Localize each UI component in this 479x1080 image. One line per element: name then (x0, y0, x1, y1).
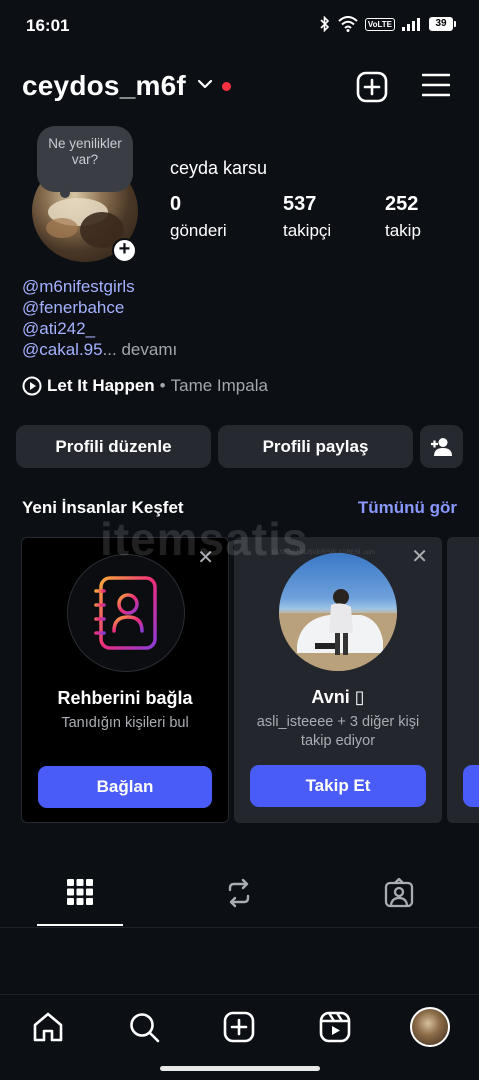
card-title: Rehberini bağla (57, 688, 193, 708)
stat-label: gönderi (170, 221, 227, 240)
profile-music[interactable]: Let It Happen • Tame Impala (22, 376, 268, 396)
add-person-icon (430, 438, 452, 456)
home-icon[interactable] (32, 1011, 64, 1043)
signal-icon (402, 18, 420, 31)
profile-header: ceydos_m6f (0, 62, 479, 112)
discover-people-button[interactable] (420, 425, 463, 468)
stat-label: takip (385, 221, 421, 240)
contacts-book-icon (94, 576, 157, 650)
battery-icon: 39 (429, 17, 456, 31)
profile-content-tabs (0, 870, 479, 928)
stat-label: takipçi (283, 221, 332, 240)
bio-mention-link[interactable]: @ati242_ (22, 318, 177, 339)
music-song: Let It Happen (47, 376, 155, 395)
notification-dot (222, 82, 231, 91)
note-bubble[interactable]: Ne yenilikler var? (37, 126, 133, 192)
status-bar: 16:01 VoLTE 39 (0, 0, 479, 50)
grid-icon[interactable] (66, 878, 94, 906)
bio-more-link[interactable]: ... devamı (103, 340, 178, 359)
card-subtitle: asli_isteeee + 3 diğer kişi takip ediyor (256, 714, 420, 749)
follow-button-partial[interactable] (463, 765, 479, 807)
suggested-user-card-partial[interactable] (447, 537, 479, 823)
wifi-icon (338, 16, 358, 32)
full-name: ceyda karsu (170, 158, 268, 178)
search-icon[interactable] (128, 1011, 160, 1043)
stat-value: 0 (170, 193, 182, 215)
stat-followers[interactable]: 537 takipçi (283, 193, 331, 241)
status-time: 16:01 (26, 16, 70, 35)
menu-icon[interactable] (422, 72, 450, 98)
music-separator: • (159, 376, 166, 395)
bio: @m6nifestgirls @fenerbahce @ati242_ @cak… (22, 276, 177, 360)
tagged-icon[interactable] (384, 878, 414, 908)
username[interactable]: ceydos_m6f (22, 70, 186, 102)
stat-following[interactable]: 252 takip (385, 193, 421, 241)
close-icon[interactable]: ✕ (411, 547, 428, 567)
bluetooth-icon (320, 16, 329, 32)
connect-contacts-card: ✕ Rehberini bağla Tanıdığın kişileri bul… (21, 537, 229, 823)
connect-button[interactable]: Bağlan (38, 766, 212, 808)
play-circle-icon (22, 376, 42, 396)
card-title: Avni ▯ (311, 687, 365, 707)
edit-profile-button[interactable]: Profili düzenle (16, 425, 211, 468)
create-post-icon[interactable] (223, 1011, 255, 1043)
bio-mention-link[interactable]: @fenerbahce (22, 297, 177, 318)
profile-nav-avatar[interactable] (410, 1007, 450, 1047)
share-profile-button[interactable]: Profili paylaş (218, 425, 413, 468)
watermark: itemsatis (100, 513, 309, 565)
add-story-button[interactable]: + (112, 238, 137, 263)
see-all-link[interactable]: Tümünü gör (358, 498, 457, 518)
chevron-down-icon[interactable] (197, 76, 213, 92)
reposts-icon[interactable] (225, 878, 253, 908)
music-artist: Tame Impala (170, 376, 268, 395)
bio-mention-link[interactable]: @m6nifestgirls (22, 276, 177, 297)
stat-posts[interactable]: 0 gönderi (170, 193, 227, 241)
create-icon[interactable] (356, 71, 388, 103)
volte-badge: VoLTE (364, 17, 395, 31)
contacts-icon-circle (67, 554, 185, 672)
status-icons: VoLTE 39 (319, 16, 456, 32)
stat-value: 252 (385, 193, 419, 215)
card-subtitle: Tanıdığın kişileri bul (61, 715, 189, 731)
note-bubble-tail (60, 188, 70, 198)
bio-mention-link[interactable]: @cakal.95 (22, 340, 103, 359)
active-tab-indicator (37, 924, 123, 926)
watermark-sub: GÜVENLİ ALIŞVERİŞİN ADRESİ .com (272, 550, 376, 556)
follow-button[interactable]: Takip Et (250, 765, 426, 807)
reels-icon[interactable] (319, 1011, 351, 1043)
suggested-user-card[interactable]: ✕ Avni ▯ asli_isteeee + 3 diğer kişi tak… (234, 537, 442, 823)
suggested-user-avatar[interactable] (279, 553, 397, 671)
stat-value: 537 (283, 193, 317, 215)
home-indicator (160, 1066, 320, 1071)
